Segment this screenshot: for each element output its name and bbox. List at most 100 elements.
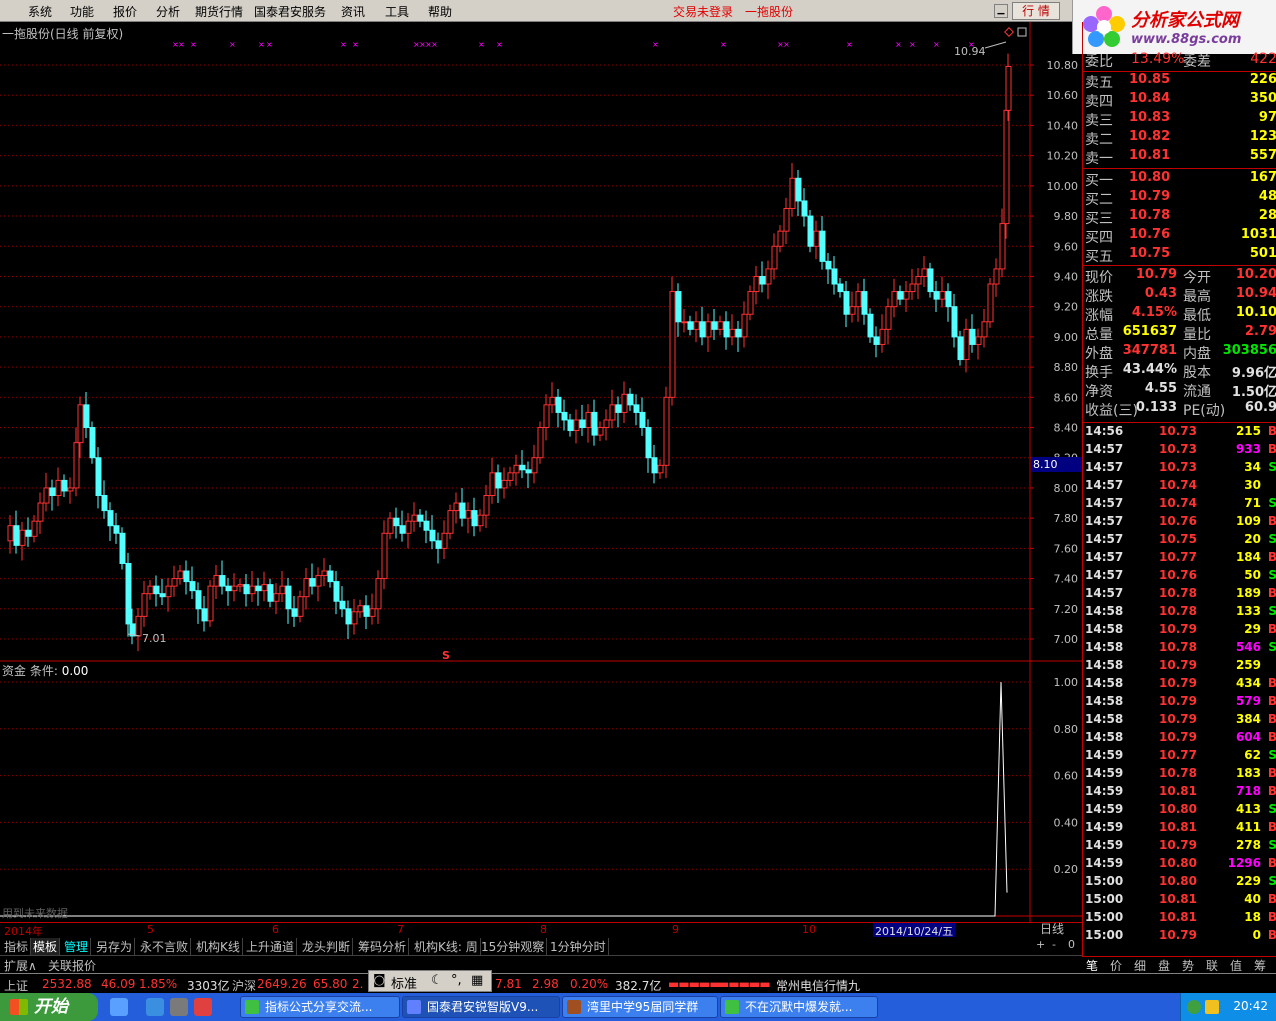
punct-icon[interactable]: °, bbox=[451, 973, 462, 988]
price-tick-label: 10.40 bbox=[1047, 119, 1079, 132]
ime-toolbar[interactable]: ◙ 标准 ☾ °, ▦ bbox=[368, 970, 492, 992]
buy-level-label: 买四 bbox=[1085, 230, 1113, 246]
stat-label: 外盘 bbox=[1085, 346, 1113, 362]
top-box-icon bbox=[1017, 27, 1027, 37]
moon-icon[interactable]: ☾ bbox=[431, 973, 443, 988]
price-tick-label: 10.00 bbox=[1047, 180, 1079, 193]
sh-label[interactable]: 上证 bbox=[4, 977, 28, 994]
buy-level-row[interactable]: 买五 10.75 501 bbox=[1083, 246, 1276, 265]
menu-item-futures[interactable]: 期货行情 bbox=[195, 3, 243, 20]
tab-15min-watch[interactable]: 15分钟观察 bbox=[479, 938, 548, 955]
zoom-reset-button[interactable]: 0 bbox=[1068, 938, 1075, 951]
login-status[interactable]: 交易未登录 bbox=[673, 3, 733, 20]
stat-value: 2.79 bbox=[1244, 324, 1276, 339]
tab-leader-judge[interactable]: 龙头判断 bbox=[300, 938, 354, 955]
quote-panel: 委比 13.49% 委差 422 卖五 10.85 226 卖四 10.84 3… bbox=[1082, 22, 1276, 958]
buy-level-row[interactable]: 买一 10.80 167 bbox=[1083, 170, 1276, 189]
network-icon[interactable] bbox=[1187, 1000, 1201, 1014]
browser-icon bbox=[725, 1000, 739, 1014]
menu-item-quote[interactable]: 报价 bbox=[113, 3, 137, 20]
qq-icon[interactable] bbox=[1205, 1000, 1219, 1014]
taskbar-window-gtja[interactable]: 国泰君安锐智版V9... bbox=[402, 996, 560, 1018]
menu-item-system[interactable]: 系统 bbox=[28, 3, 52, 20]
candle-body bbox=[339, 600, 346, 610]
candle-body bbox=[435, 540, 442, 549]
tab-inst-kline[interactable]: 机构K线 bbox=[194, 938, 243, 955]
candle-body bbox=[405, 520, 412, 534]
menu-item-function[interactable]: 功能 bbox=[70, 3, 94, 20]
hs-label[interactable]: 沪深 bbox=[232, 977, 256, 994]
menu-item-gtja-service[interactable]: 国泰君安服务 bbox=[254, 3, 326, 20]
sell-level-row[interactable]: 卖二 10.82 123 bbox=[1083, 129, 1276, 148]
tab-chip-analysis[interactable]: 筹码分析 bbox=[356, 938, 410, 955]
panel-tab-board[interactable]: 盘 bbox=[1158, 957, 1170, 974]
buy-level-row[interactable]: 买二 10.79 48 bbox=[1083, 189, 1276, 208]
sell-level-volume: 123 bbox=[1249, 129, 1276, 144]
menu-item-analysis[interactable]: 分析 bbox=[156, 3, 180, 20]
extra-value: 7.81 bbox=[495, 977, 522, 991]
panel-tab-trades[interactable]: 笔 bbox=[1086, 957, 1098, 974]
news-ticker[interactable]: 常州电信行情九 bbox=[776, 977, 860, 994]
show-desktop-icon[interactable] bbox=[110, 998, 128, 1016]
tab-manage[interactable]: 管理 bbox=[62, 938, 92, 955]
period-label[interactable]: 日线 bbox=[1040, 920, 1064, 937]
tick-row: 14:57 10.76 109 B bbox=[1083, 514, 1276, 532]
sell-level-row[interactable]: 卖一 10.81 557 bbox=[1083, 148, 1276, 167]
candle-body bbox=[801, 200, 808, 217]
tick-side: B bbox=[1267, 820, 1276, 834]
sell-level-row[interactable]: 卖五 10.85 226 bbox=[1083, 72, 1276, 91]
tab-inst-kline-week[interactable]: 机构K线: 周 bbox=[412, 938, 481, 955]
buy-level-row[interactable]: 买三 10.78 28 bbox=[1083, 208, 1276, 227]
taskbar-window-formula[interactable]: 指标公式分享交流... bbox=[240, 996, 400, 1018]
date-label-oct: 10 bbox=[802, 923, 816, 936]
stat-value: 10.20 bbox=[1235, 267, 1276, 282]
minimize-icon[interactable]: ▁ bbox=[994, 4, 1008, 18]
related-quote-button[interactable]: 关联报价 bbox=[48, 957, 96, 974]
tab-1min-time[interactable]: 1分钟分时 bbox=[548, 938, 609, 955]
menu-item-tools[interactable]: 工具 bbox=[385, 3, 409, 20]
buy-level-row[interactable]: 买四 10.76 1031 bbox=[1083, 227, 1276, 246]
panel-tab-trend[interactable]: 势 bbox=[1182, 957, 1194, 974]
menu-item-help[interactable]: 帮助 bbox=[428, 3, 452, 20]
tab-never-give-up[interactable]: 永不言败 bbox=[138, 938, 192, 955]
ie-icon[interactable] bbox=[146, 998, 164, 1016]
quote-button[interactable]: 行 情 bbox=[1012, 2, 1060, 20]
sell-level-row[interactable]: 卖三 10.83 97 bbox=[1083, 110, 1276, 129]
tab-indicator[interactable]: 指标 bbox=[2, 938, 32, 955]
tick-row: 14:57 10.74 30 bbox=[1083, 478, 1276, 496]
tick-row: 14:58 10.78 133 S bbox=[1083, 604, 1276, 622]
tab-rising-channel[interactable]: 上升通道 bbox=[244, 938, 298, 955]
zoom-out-button[interactable]: - bbox=[1052, 938, 1056, 951]
tick-side: S bbox=[1268, 748, 1276, 762]
panel-tab-chips[interactable]: 筹 bbox=[1254, 957, 1266, 974]
kline-chart[interactable]: 10.80 10.60 10.40 10.20 10.00 9.80 9.60 9.40 9.2… bbox=[0, 22, 1082, 922]
stat-value: 10.10 bbox=[1235, 305, 1276, 320]
candle-body bbox=[89, 427, 96, 459]
keyboard-icon[interactable]: ▦ bbox=[471, 973, 483, 988]
taskbar-window-qq-group[interactable]: 湾里中学95届同学群 bbox=[562, 996, 718, 1018]
taskbar-window-article[interactable]: 不在沉默中爆发就... bbox=[720, 996, 878, 1018]
tab-template[interactable]: 模板 bbox=[31, 938, 61, 955]
zoom-in-button[interactable]: + bbox=[1036, 938, 1045, 951]
menu-item-news[interactable]: 资讯 bbox=[341, 3, 365, 20]
tick-volume: 0 bbox=[1252, 928, 1261, 942]
candle-body bbox=[285, 585, 292, 610]
ime-mode[interactable]: 标准 bbox=[391, 973, 417, 992]
panel-tab-price[interactable]: 价 bbox=[1110, 957, 1122, 974]
candle-body bbox=[531, 457, 538, 474]
panel-tab-detail[interactable]: 细 bbox=[1134, 957, 1146, 974]
expand-button[interactable]: 扩展∧ bbox=[4, 957, 37, 974]
tick-volume: 184 bbox=[1235, 550, 1261, 564]
quick-launch-icon[interactable] bbox=[194, 998, 212, 1016]
sell-level-price: 10.82 bbox=[1129, 129, 1171, 144]
panel-tab-related[interactable]: 联 bbox=[1206, 957, 1218, 974]
buy-level-volume: 28 bbox=[1258, 208, 1276, 223]
tick-time: 14:57 bbox=[1085, 586, 1124, 600]
candle-body bbox=[879, 328, 886, 345]
app-icon[interactable] bbox=[170, 998, 188, 1016]
tick-price: 10.79 bbox=[1159, 928, 1197, 942]
panel-tab-value[interactable]: 值 bbox=[1230, 957, 1242, 974]
start-button[interactable]: 开始 bbox=[0, 993, 98, 1021]
sell-level-row[interactable]: 卖四 10.84 350 bbox=[1083, 91, 1276, 110]
tab-save-as[interactable]: 另存为 bbox=[94, 938, 136, 955]
